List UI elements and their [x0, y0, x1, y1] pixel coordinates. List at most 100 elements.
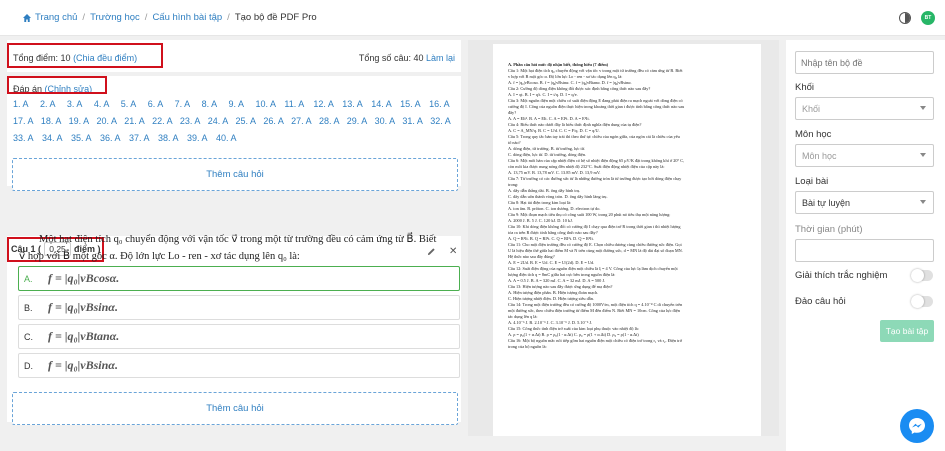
option-a[interactable]: A. f = |q₀|vBcosα. [18, 266, 460, 291]
add-question-button[interactable]: Thêm câu hỏi [12, 158, 458, 191]
reset-link[interactable]: Làm lại [426, 53, 455, 63]
question-text-line: Một hạt điện tích q₀ chuyển động với vận… [39, 234, 437, 245]
answer-row: 33. A 34. A 35. A 36. A 37. A 38. A 39. A 40. A [13, 129, 458, 146]
answer-key-item[interactable]: 19. A [69, 116, 97, 126]
explain-toggle[interactable] [911, 269, 933, 282]
answer-key-item[interactable]: 7. A [175, 99, 202, 109]
option-formula: f = |q₀|vBcosα. [48, 271, 120, 285]
chevron-down-icon [920, 106, 926, 110]
subject-label: Môn học [795, 129, 832, 140]
messenger-icon [909, 418, 925, 434]
create-exercise-button[interactable]: Tạo bài tập [880, 320, 934, 342]
answer-key-item[interactable]: 20. A [96, 116, 124, 126]
subject-select-value: Môn học [802, 150, 837, 161]
answer-key-item[interactable]: 8. A [202, 99, 229, 109]
answer-key-item[interactable]: 9. A [229, 99, 256, 109]
answer-key-item[interactable]: 26. A [263, 116, 291, 126]
answer-key-item[interactable]: 36. A [100, 133, 129, 143]
pdf-text-line: trong của bộ nguồn là: [508, 344, 547, 349]
chevron-down-icon [920, 200, 926, 204]
answer-key-item[interactable]: 24. A [208, 116, 236, 126]
messenger-button[interactable] [900, 409, 934, 443]
home-icon [23, 13, 31, 22]
answer-key-item[interactable]: 10. A [255, 99, 284, 109]
answer-key-item[interactable]: 39. A [187, 133, 216, 143]
theme-toggle-icon[interactable] [899, 12, 911, 24]
answer-key-item[interactable]: 31. A [402, 116, 430, 126]
breadcrumb-school[interactable]: Trường học [90, 12, 140, 23]
answer-key-item[interactable]: 32. A [430, 116, 458, 126]
exam-name-input[interactable] [795, 51, 934, 74]
answer-key-item[interactable]: 34. A [42, 133, 71, 143]
breadcrumb-separator: / [82, 12, 86, 23]
answer-row: 17. A 18. A 19. A 20. A 21. A 22. A 23. A 24. A… [13, 112, 458, 129]
answer-row: 1. A 2. A 3. A 4. A 5. A 6. A 7. A 8. A 9. A 10. … [13, 95, 458, 112]
option-d[interactable]: D. f = |q₀|vBsinα. [18, 353, 460, 378]
answer-key-item[interactable]: 38. A [158, 133, 187, 143]
top-bar: Trang chủ / Trường học / Cấu hình bài tậ… [0, 0, 945, 36]
grade-select[interactable]: Khối [795, 97, 934, 120]
question-text: Một hạt điện tích q₀ chuyển động với vận… [19, 231, 461, 265]
answer-key-item[interactable]: 12. A [313, 99, 342, 109]
answer-key-item[interactable]: 27. A [291, 116, 319, 126]
answer-key-item[interactable]: 35. A [71, 133, 100, 143]
shuffle-label: Đảo câu hỏi [795, 296, 846, 307]
shuffle-toggle[interactable] [911, 295, 933, 308]
time-input[interactable] [795, 239, 934, 262]
answer-key-grid: 1. A 2. A 3. A 4. A 5. A 6. A 7. A 8. A 9. A 10. … [13, 95, 458, 146]
answer-key-item[interactable]: 6. A [148, 99, 175, 109]
answer-key-item[interactable]: 5. A [121, 99, 148, 109]
breadcrumb-exercise-config[interactable]: Cấu hình bài tập [152, 12, 222, 23]
type-select[interactable]: Bài tự luyện [795, 191, 934, 214]
breadcrumb-separator: / [227, 12, 230, 23]
answer-key-item[interactable]: 30. A [375, 116, 403, 126]
answer-key-item[interactable]: 15. A [400, 99, 429, 109]
answer-key-item[interactable]: 13. A [342, 99, 371, 109]
option-c[interactable]: C. f = |q₀|vBtanα. [18, 324, 460, 349]
answer-key-item[interactable]: 29. A [347, 116, 375, 126]
answer-key-item[interactable]: 25. A [236, 116, 264, 126]
option-label: D. [24, 360, 33, 371]
answer-key-item[interactable]: 14. A [371, 99, 400, 109]
chevron-down-icon [920, 153, 926, 157]
option-label: B. [24, 302, 33, 313]
breadcrumb-home[interactable]: Trang chủ [35, 12, 77, 23]
answer-key-item[interactable]: 1. A [13, 99, 40, 109]
pdf-page: A. Phần câu hỏi mức độ nhận biết, thông … [493, 44, 761, 436]
answer-key-item[interactable]: 16. A [429, 99, 458, 109]
answer-key-item[interactable]: 17. A [13, 116, 41, 126]
answer-key-item[interactable]: 4. A [94, 99, 121, 109]
breadcrumb-separator: / [144, 12, 148, 23]
answer-key-item[interactable]: 40. A [216, 133, 245, 143]
answer-editor-panel: Tổng điểm: 10 (Chia đều điểm) Tổng số câ… [7, 40, 461, 440]
grade-label: Khối [795, 82, 815, 93]
highlight-box [7, 76, 107, 94]
type-select-value: Bài tự luyện [802, 197, 851, 208]
pdf-preview-area[interactable]: A. Phần câu hỏi mức độ nhận biết, thông … [468, 40, 779, 436]
answer-key-item[interactable]: 23. A [180, 116, 208, 126]
subject-select[interactable]: Môn học [795, 144, 934, 167]
answer-key-item[interactable]: 33. A [13, 133, 42, 143]
answer-key-item[interactable]: 18. A [41, 116, 69, 126]
option-formula: f = |q₀|vBsinα. [48, 300, 118, 314]
answer-key-item[interactable]: 28. A [319, 116, 347, 126]
time-label: Thời gian (phút) [795, 224, 863, 235]
breadcrumb: Trang chủ / Trường học / Cấu hình bài tậ… [22, 12, 317, 23]
total-questions: Tổng số câu: 40 Làm lại [359, 53, 455, 63]
answer-key-item[interactable]: 22. A [152, 116, 180, 126]
option-b[interactable]: B. f = |q₀|vBsinα. [18, 295, 460, 320]
grade-select-value: Khối [802, 103, 821, 114]
avatar[interactable]: BT [921, 11, 935, 25]
answer-key-item[interactable]: 21. A [124, 116, 152, 126]
settings-panel: Khối Khối Môn học Môn học Loại bài Bài t… [786, 40, 945, 451]
option-label: C. [24, 331, 33, 342]
answer-key-item[interactable]: 3. A [67, 99, 94, 109]
answer-key-item[interactable]: 11. A [284, 99, 313, 109]
answer-key-item[interactable]: 37. A [129, 133, 158, 143]
question-text-line: v⃗ hợp với B⃗ một góc α. Độ lớn lực Lo -… [19, 251, 300, 262]
explain-label: Giải thích trắc nghiệm [795, 270, 888, 281]
option-label: A. [24, 273, 33, 284]
answer-key-item[interactable]: 2. A [40, 99, 67, 109]
add-question-button[interactable]: Thêm câu hỏi [12, 392, 458, 425]
total-questions-label: Tổng số câu: 40 [358, 53, 424, 63]
